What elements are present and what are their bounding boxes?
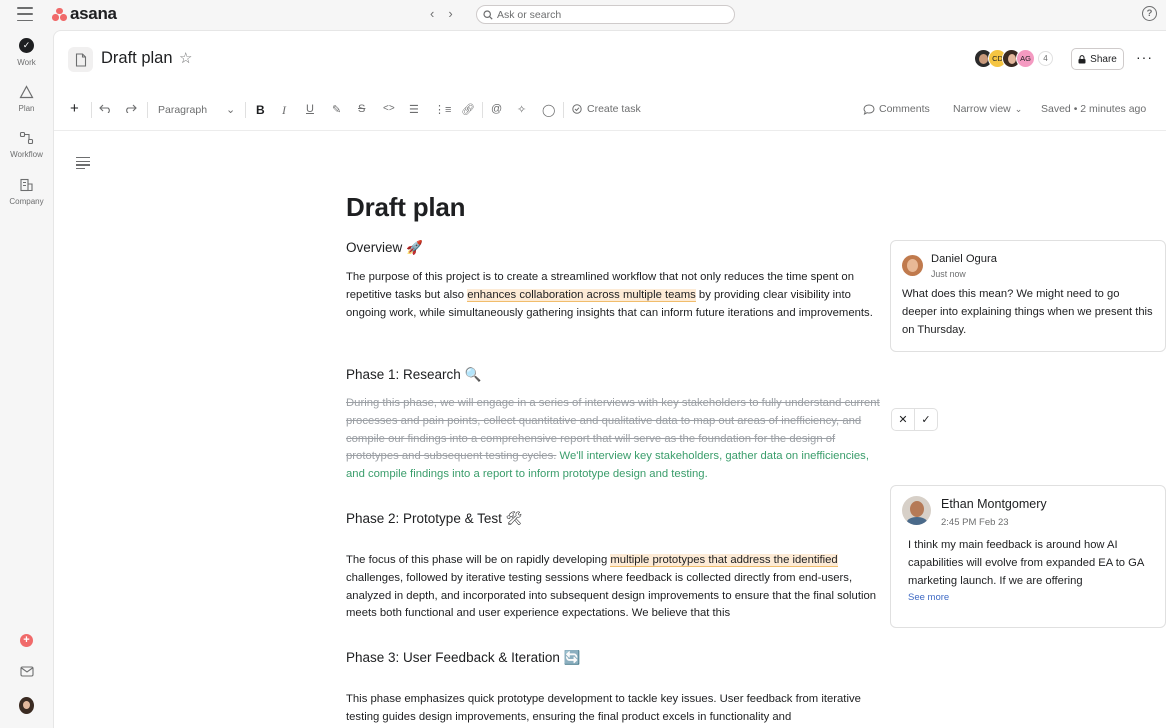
collaborator-avatars[interactable]: CD AG 4	[974, 49, 1053, 68]
view-label: Narrow view	[953, 103, 1011, 115]
check-circle-outline-icon	[572, 104, 582, 114]
comment-card[interactable]: Daniel Ogura Just now What does this mea…	[890, 240, 1166, 352]
insert-plus-icon[interactable]: +	[70, 100, 79, 117]
comment-author: Ethan Montgomery	[941, 497, 1047, 511]
rail-item-work[interactable]: ✓ Work	[0, 38, 53, 67]
rail-label: Work	[17, 58, 36, 67]
phase1-paragraph[interactable]: During this phase, we will engage in a s…	[346, 395, 881, 484]
create-task-label: Create task	[587, 103, 641, 115]
code-icon[interactable]: <>	[383, 103, 395, 114]
rail-item-plan[interactable]: Plan	[0, 85, 53, 113]
highlight-icon[interactable]: ✎	[332, 103, 341, 116]
text: challenges, followed by iterative testin…	[346, 571, 877, 620]
more-options-icon[interactable]: ···	[1136, 49, 1153, 65]
ai-sparkle-icon[interactable]: ✧	[517, 103, 526, 116]
user-avatar	[19, 697, 34, 714]
doc-title[interactable]: Draft plan	[346, 192, 466, 223]
commented-highlight[interactable]: enhances collaboration across multiple t…	[467, 288, 696, 302]
paragraph-label: Paragraph	[158, 104, 208, 116]
building-icon	[20, 178, 33, 192]
reject-suggestion-button[interactable]: ✕	[892, 409, 914, 430]
commenter-avatar	[902, 496, 931, 525]
underline-icon[interactable]: U	[306, 103, 314, 115]
search-bar[interactable]: Ask or search	[476, 5, 735, 24]
check-circle-icon: ✓	[19, 38, 34, 53]
saved-status: Saved • 2 minutes ago	[1041, 103, 1147, 115]
accept-suggestion-button[interactable]: ✓	[914, 409, 937, 430]
bold-icon[interactable]: B	[256, 103, 265, 117]
paragraph-style-dropdown[interactable]: Paragraph	[158, 104, 207, 116]
view-mode-dropdown[interactable]: Narrow view ⌄	[953, 103, 1022, 115]
star-icon[interactable]: ☆	[179, 49, 192, 67]
comments-label: Comments	[879, 103, 930, 115]
link-icon[interactable]: 🔗︎	[461, 103, 475, 116]
chevron-down-icon: ⌄	[1014, 103, 1023, 114]
top-bar: asana ‹ › Ask or search ?	[0, 0, 1166, 30]
lock-icon	[1078, 54, 1086, 63]
comment-time: 2:45 PM Feb 23	[941, 517, 1009, 528]
overview-paragraph[interactable]: The purpose of this project is to create…	[346, 269, 881, 322]
main-panel: Draft plan ☆ CD AG 4 Share ··· + Paragra…	[53, 30, 1166, 728]
profile-button[interactable]	[0, 697, 53, 714]
comment-text: What does this mean? We might need to go…	[902, 288, 1153, 336]
help-icon[interactable]: ?	[1142, 6, 1157, 21]
back-arrow-icon[interactable]: ‹	[430, 6, 434, 21]
redo-icon[interactable]	[124, 104, 137, 113]
brand-name: asana	[70, 4, 117, 23]
comment-time: Just now	[931, 269, 966, 279]
inbox-button[interactable]	[0, 666, 53, 677]
see-more-link[interactable]: See more	[908, 592, 949, 603]
numbered-list-icon[interactable]: ⋮≡	[434, 103, 451, 116]
triangle-icon	[19, 85, 34, 99]
create-button[interactable]: +	[0, 634, 53, 647]
workflow-icon	[19, 131, 34, 145]
comments-button[interactable]: Comments	[863, 103, 930, 115]
member-count: 4	[1038, 51, 1053, 66]
chevron-down-icon[interactable]: ⌄	[226, 103, 235, 116]
search-icon	[483, 9, 493, 20]
bulleted-list-icon[interactable]: ☰	[409, 103, 419, 116]
mention-icon[interactable]: @	[491, 103, 502, 115]
comment-card[interactable]: Ethan Montgomery 2:45 PM Feb 23 I think …	[890, 485, 1166, 628]
text: The focus of this phase will be on rapid…	[346, 554, 611, 566]
rail-label: Company	[9, 197, 44, 206]
overview-heading[interactable]: Overview 🚀	[346, 240, 423, 256]
phase1-heading[interactable]: Phase 1: Research 🔍	[346, 367, 481, 383]
plus-icon: +	[20, 634, 33, 647]
undo-icon[interactable]	[99, 104, 112, 113]
phase3-paragraph[interactable]: This phase emphasizes quick prototype de…	[346, 691, 881, 727]
strikethrough-icon[interactable]: S	[358, 103, 365, 115]
phase2-heading[interactable]: Phase 2: Prototype & Test 🛠	[346, 511, 523, 527]
suggestion-actions: ✕ ✓	[891, 408, 938, 431]
rail-item-company[interactable]: Company	[0, 178, 53, 206]
italic-icon[interactable]: I	[282, 103, 286, 118]
comment-author: Daniel Ogura	[931, 253, 997, 265]
commented-highlight[interactable]: multiple prototypes that address the ide…	[610, 554, 838, 567]
asana-logo-mark	[52, 7, 67, 21]
phase2-paragraph[interactable]: The focus of this phase will be on rapid…	[346, 552, 881, 623]
rail-item-workflow[interactable]: Workflow	[0, 131, 53, 159]
doc-icon	[68, 47, 93, 72]
menu-icon[interactable]	[17, 7, 33, 21]
left-rail: ✓ Work Plan Workflow Company +	[0, 30, 53, 728]
asana-logo[interactable]: asana	[52, 4, 117, 23]
avatar: AG	[1016, 49, 1035, 68]
rail-label: Plan	[18, 104, 35, 113]
comment-bubble-icon[interactable]: ◯	[542, 103, 555, 117]
commenter-avatar	[902, 255, 923, 276]
phase3-heading[interactable]: Phase 3: User Feedback & Iteration 🔄	[346, 650, 580, 666]
doc-header-title[interactable]: Draft plan	[101, 49, 173, 68]
speech-bubble-icon	[863, 103, 875, 115]
share-button[interactable]: Share	[1071, 48, 1124, 70]
comment-text: I think my main feedback is around how A…	[908, 539, 1144, 587]
search-placeholder: Ask or search	[497, 8, 562, 21]
forward-arrow-icon[interactable]: ›	[448, 6, 452, 21]
create-task-button[interactable]: Create task	[572, 103, 641, 115]
share-label: Share	[1090, 53, 1117, 65]
mail-icon	[19, 666, 34, 677]
outline-icon[interactable]	[76, 157, 90, 170]
rail-label: Workflow	[10, 150, 43, 159]
